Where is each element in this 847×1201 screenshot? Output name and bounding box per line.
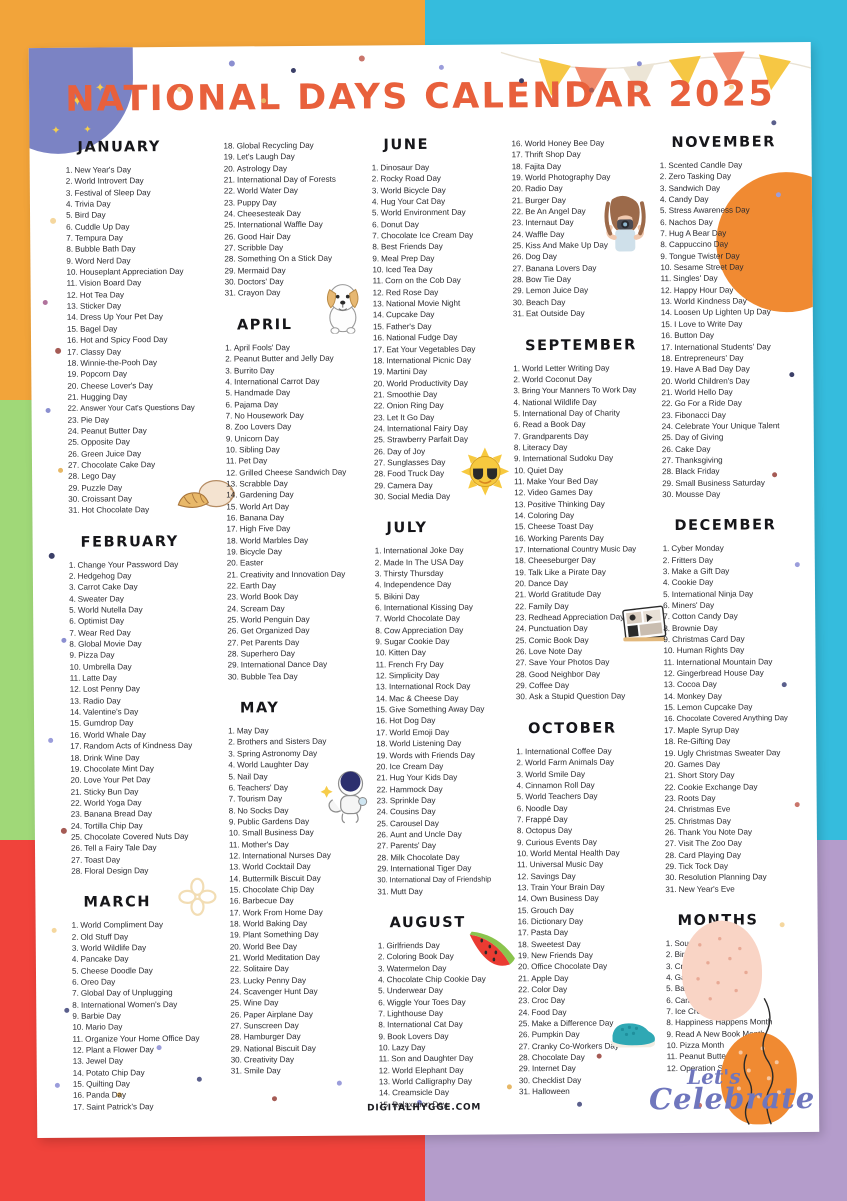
page-title: NATIONAL DAYS CALENDAR 2025 — [65, 74, 776, 120]
month-heading-june: JUNE — [383, 136, 430, 154]
day-list-august: 1. Girlfriends Day 2. Coloring Book Day 3.… — [378, 939, 519, 1110]
month-heading-september: SEPTEMBER — [525, 336, 637, 354]
list-item: 30. Mousse Day — [662, 489, 721, 500]
balloon-pink — [681, 920, 763, 1021]
day-list-march-continued: 18. Global Recycling Day 19. Let's Laugh D… — [223, 139, 372, 299]
day-list-august-continued: 16. World Honey Bee Day 17. Thrift Shop Da… — [511, 137, 660, 320]
month-heading-march: MARCH — [83, 894, 152, 911]
month-heading-july: JULY — [386, 520, 428, 537]
column-3: JUNE 1. Dinosaur Day 2. Rocky Road Day 3. W… — [371, 136, 519, 1112]
celebrate-line-2: Celebrate — [648, 1081, 816, 1117]
day-list-september: 1. World Letter Writing Day 2. World Cocon… — [513, 362, 664, 703]
list-item: 31. Hot Chocolate Day — [68, 505, 150, 516]
footer-website-url: DIGITALHYGGE.COM — [367, 1102, 482, 1114]
list-item: 31. Eat Outside Day — [512, 308, 585, 319]
list-item: 31. Mutt Day — [377, 886, 423, 897]
day-list-march: 1. World Compliment Day 2. Old Stuff Day 3… — [72, 919, 232, 1113]
column-2: 18. Global Recycling Day 19. Let's Laugh D… — [223, 137, 379, 1113]
day-list-april: 1. April Fools' Day 2. Peanut Butter and J… — [225, 341, 376, 682]
list-item: 31. Halloween — [518, 1086, 570, 1097]
list-item: 31. Crayon Day — [224, 288, 281, 299]
month-heading-january: JANUARY — [77, 139, 161, 156]
month-heading-october: OCTOBER — [528, 720, 617, 737]
list-item: 30. Ask a Stupid Question Day — [515, 691, 626, 702]
column-4: 16. World Honey Bee Day 17. Thrift Shop Da… — [511, 135, 667, 1111]
day-list-november: 1. Scented Candle Day 2. Zero Tasking Day … — [660, 159, 813, 500]
calendar-poster: ✦ ✦ ✦ ✦ NATIONAL DAYS CALENDAR 2025 JANU… — [28, 41, 820, 1139]
month-heading-may: MAY — [239, 700, 280, 717]
list-item: 28. Floral Design Day — [71, 866, 149, 876]
day-list-october: 1. International Coffee Day 2. World Farm … — [516, 745, 667, 1098]
lets-celebrate-logo: Let's Celebrate — [648, 1064, 816, 1117]
month-heading-december: DECEMBER — [674, 517, 777, 535]
month-heading-february: FEBRUARY — [80, 533, 179, 551]
day-list-december: 1. Cyber Monday 2. Fritters Day 3. Make a G… — [663, 542, 816, 895]
month-heading-april: APRIL — [236, 316, 293, 334]
day-list-june: 1. Dinosaur Day 2. Rocky Road Day 3. World … — [372, 161, 515, 502]
star-icon: ✦ — [83, 124, 92, 136]
month-heading-november: NOVEMBER — [671, 134, 777, 152]
list-item: 31. Smile Day — [230, 1066, 281, 1076]
day-list-february: 1. Change Your Password Day 2. Hedgehog Da… — [69, 558, 229, 877]
month-heading-august: AUGUST — [389, 914, 466, 932]
month-heading-months: MONTHS — [678, 912, 816, 929]
list-item: 30. Social Media Day — [374, 491, 451, 502]
day-list-january: 1. New Year's Day 2. World Introvert Day 3… — [66, 164, 227, 517]
star-icon: ✦ — [51, 124, 61, 137]
column-1: JANUARY 1. New Year's Day 2. World Introve… — [65, 139, 235, 1115]
list-item: 30. Bubble Tea Day — [227, 671, 298, 682]
list-item: 17. Saint Patrick's Day — [73, 1101, 154, 1112]
list-item: 31. New Year's Eve — [665, 884, 735, 894]
day-list-july: 1. International Joke Day 2. Made In The U… — [375, 545, 518, 898]
day-list-may: 1. May Day 2. Brothers and Sisters Day 3. S… — [228, 725, 379, 1078]
